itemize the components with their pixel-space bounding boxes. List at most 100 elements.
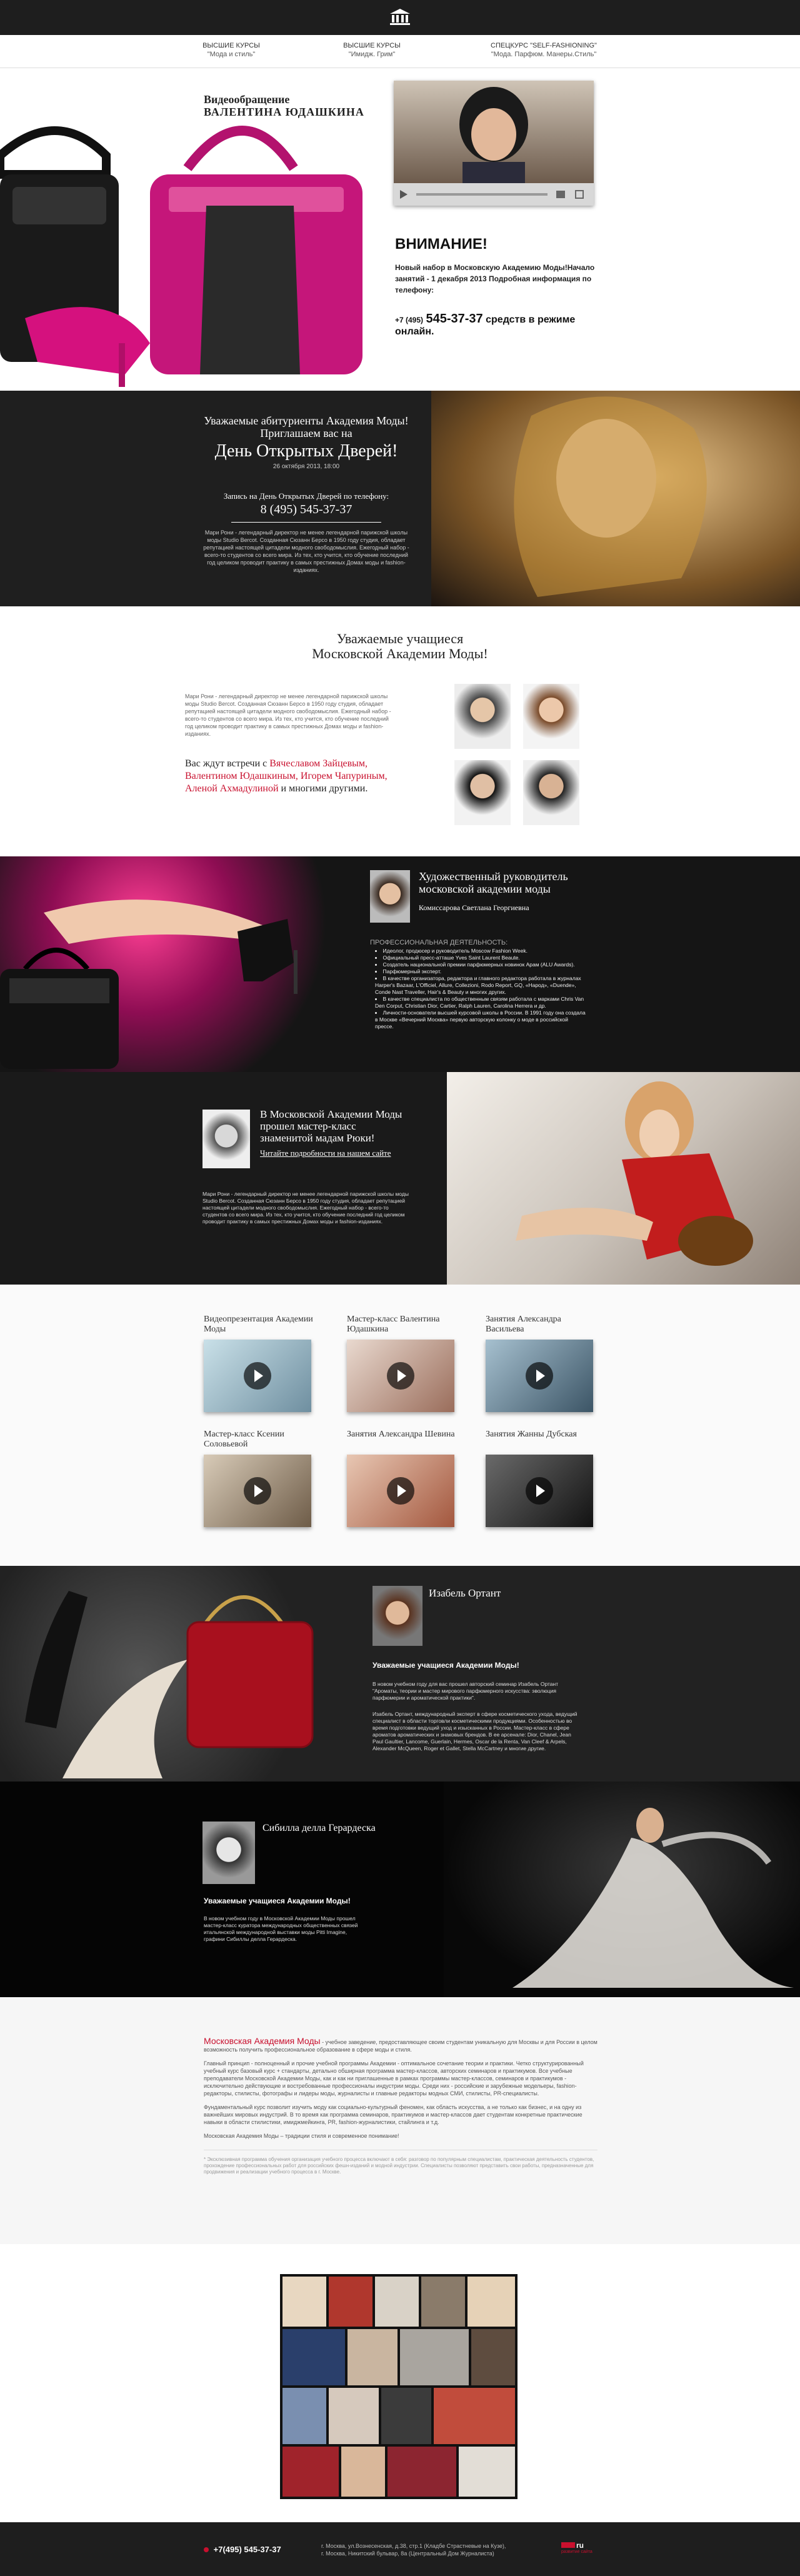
bullet-item: Идеолог, продюсер и руководитель Moscow … [375, 948, 588, 955]
masterclass-title: В Московской Академии Моды прошел мастер… [260, 1108, 402, 1144]
about-paragraph: Фундаментальный курс позволит изучить мо… [204, 2104, 582, 2125]
students-meet-tail: и многими другими. [281, 783, 368, 794]
fullscreen-icon[interactable] [575, 190, 584, 199]
phone-icon [204, 2547, 209, 2552]
footer-address: г. Москва, ул.Вознесенская, д.38, стр.1 … [321, 2543, 506, 2549]
video-title-line1: Видеообращение [204, 93, 290, 106]
footer: +7(495) 545-37-37 г. Москва, ул.Вознесен… [0, 2522, 800, 2576]
play-icon[interactable] [387, 1477, 414, 1505]
video-card-title: Занятия Александра Шевина [347, 1430, 455, 1439]
students-meet-lead: Вас ждут встречи с [185, 758, 268, 769]
video-progress-bar[interactable] [416, 193, 548, 196]
video-controls[interactable] [394, 183, 594, 206]
play-icon[interactable] [526, 1477, 553, 1505]
video-card-title: Видеопрезентация Академии Моды [204, 1315, 313, 1334]
photo-collage [280, 2274, 518, 2499]
open-day-phone[interactable]: 8 (495) 545-37-37 [188, 503, 425, 517]
masterclass-link[interactable]: Читайте подробности на нашем сайте [260, 1148, 422, 1158]
video-player[interactable] [394, 81, 594, 206]
students-text: Мари Рони - легендарный директор не мене… [185, 693, 391, 737]
video-still [394, 81, 594, 183]
developer-logo-text: ru [576, 2541, 584, 2550]
open-day-section: Уважаемые абитуриенты Академия Моды! При… [0, 391, 800, 606]
director-name: Комиссарова Светлана Георгиевна [419, 903, 529, 912]
about-paragraph: Главный принцип - полноценный и прочие у… [204, 2060, 584, 2097]
play-icon[interactable] [387, 1362, 414, 1390]
play-icon[interactable] [526, 1362, 553, 1390]
video-title-line2: ВАЛЕНТИНА ЮДАШКИНА [204, 106, 364, 118]
video-thumbnail[interactable] [204, 1340, 311, 1412]
about-brand: Московская Академия Моды [204, 2036, 321, 2046]
nav-item-image-makeup[interactable]: Высшие курсы "Имидж. Грим" [316, 41, 428, 59]
izabel-section: Изабель Ортант Уважаемые учащиеся Академ… [0, 1566, 800, 1782]
hero-phone[interactable]: +7 (495) 545-37-37 средств в режиме онла… [395, 312, 595, 338]
sibilla-heading: Уважаемые учащиеся Академии Моды! [204, 1897, 351, 1905]
video-thumbnail[interactable] [486, 1455, 593, 1527]
volume-icon[interactable] [556, 191, 565, 198]
handbags-image [0, 81, 412, 391]
designer-portrait [454, 684, 511, 749]
nav-item-subtitle: "Мода. Парфюм. Манеры.Стиль" [491, 51, 597, 58]
izabel-name: Изабель Ортант [429, 1587, 501, 1599]
video-card-title: Занятия Александра Васильева [486, 1315, 561, 1334]
hero-phone-number: 545-37-37 [426, 312, 483, 326]
video-card-title: Мастер-класс Валентина Юдашкина [347, 1315, 440, 1334]
sibilla-portrait [202, 1822, 255, 1884]
video-thumbnail[interactable] [486, 1340, 593, 1412]
bullet-item: В качестве организатора, редактора и гла… [375, 975, 588, 996]
izabel-text-1: В новом учебном году для вас прошел авто… [372, 1681, 559, 1701]
open-day-line2: Приглашаем вас на [260, 427, 352, 439]
developer-logo-mark [561, 2542, 575, 2548]
designer-portrait [523, 684, 579, 749]
course-navigation: Высшие курсы "Мода и стиль" Высшие курсы… [0, 35, 800, 68]
footer-address: г. Москва, Никитский бульвар, 8а (Центра… [321, 2550, 494, 2557]
open-day-title: День Открытых Дверей! [214, 441, 398, 461]
photo-collage-section [0, 2244, 800, 2522]
masterclass-section: В Московской Академии Моды прошел мастер… [0, 1072, 800, 1285]
video-thumbnail[interactable] [204, 1455, 311, 1527]
director-bullets: Идеолог, продюсер и руководитель Moscow … [370, 948, 588, 1030]
attention-heading: ВНИМАНИЕ! [395, 236, 488, 253]
attention-text: Новый набор в Московскую Академию Моды!Н… [395, 263, 595, 294]
designer-portrait [523, 760, 579, 825]
video-card-title: Мастер-класс Ксении Соловьевой [204, 1430, 284, 1449]
nav-item-subtitle: "Имидж. Грим" [348, 51, 396, 58]
video-thumbnail[interactable] [347, 1340, 454, 1412]
students-section: Уважаемые учащиеся Московской Академии М… [0, 606, 800, 856]
top-bar [0, 0, 800, 35]
madam-ruki-portrait [202, 1110, 250, 1168]
nav-item-self-fashioning[interactable]: Спецкурс "Self-fashioning" "Мода. Парфюм… [481, 41, 606, 59]
sibilla-text: В новом учебном году в Московской Академ… [204, 1915, 358, 1942]
sibilla-section: Сибилла делла Герардеска Уважаемые учащи… [0, 1782, 800, 1997]
nav-item-title: Спецкурс "Self-fashioning" [491, 42, 597, 49]
video-card-title: Занятия Жанны Дубская [486, 1430, 577, 1439]
sibilla-name: Сибилла делла Герардеска [262, 1823, 376, 1833]
developer-logo[interactable]: ru развитие сайта [561, 2541, 599, 2554]
videos-section: Видеопрезентация Академии Моды Мастер-кл… [0, 1285, 800, 1566]
hero-section: Видеообращение ВАЛЕНТИНА ЮДАШКИНА ВНИМАН… [0, 68, 800, 391]
open-day-signup: Запись на День Открытых Дверей по телефо… [223, 491, 389, 501]
developer-logo-sub: развитие сайта [561, 2550, 592, 2554]
play-icon[interactable] [244, 1477, 271, 1505]
hero-phone-prefix: +7 (495) [395, 316, 424, 324]
bullet-item: Личноcти-основатели высшей курсовой школ… [375, 1010, 588, 1030]
masterclass-text: Мари Рони - легендарный директор не мене… [202, 1191, 409, 1225]
bullet-item: Создатель национальной премии парфюмерны… [375, 961, 588, 968]
director-title-line2: московской академии моды [419, 883, 551, 895]
play-icon[interactable] [244, 1362, 271, 1390]
bullet-item: Парфюмерный эксперт. [375, 968, 588, 975]
video-thumbnail[interactable] [347, 1455, 454, 1527]
bullet-item: Официальный пресс-атташе Yves Saint Laur… [375, 955, 588, 961]
play-icon[interactable] [400, 190, 408, 199]
students-title-line1: Уважаемые учащиеся [336, 631, 464, 646]
sibilla-model-image [444, 1782, 800, 1997]
nav-item-fashion-style[interactable]: Высшие курсы "Мода и стиль" [175, 41, 288, 59]
nav-item-title: Высшие курсы [202, 42, 260, 49]
izabel-text-2: Изабель Ортант, международный эксперт в … [372, 1711, 578, 1752]
legs-handbag-image [0, 856, 356, 1072]
students-title-line2: Московской Академии Моды! [312, 646, 488, 661]
izabel-heading: Уважаемые учащиеся Академии Моды! [372, 1661, 519, 1670]
students-meet: Вас ждут встречи с Вячеславом Зайцевым, … [185, 758, 416, 795]
footer-phone[interactable]: +7(495) 545-37-37 [204, 2545, 281, 2554]
academy-logo-icon[interactable] [389, 8, 411, 26]
